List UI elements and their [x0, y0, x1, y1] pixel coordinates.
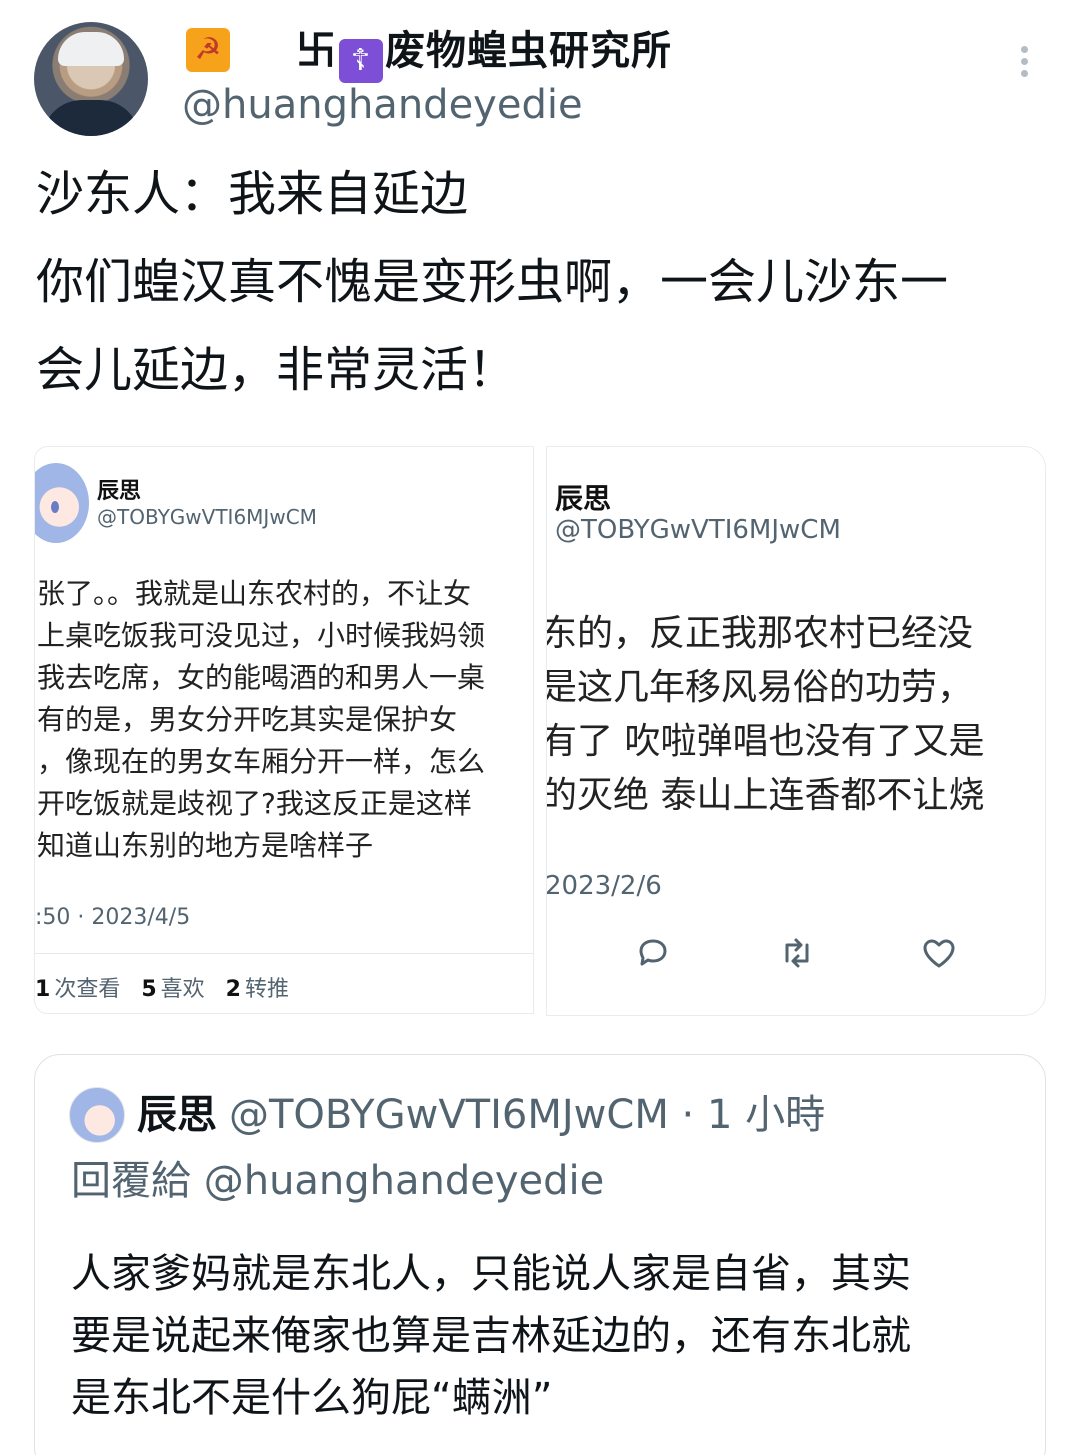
divider	[35, 953, 533, 954]
card-text: 张了。。我就是山东农村的，不让女 上桌吃饭我可没见过，小时候我妈领 我去吃席，女…	[37, 573, 533, 867]
card-line: 有的是，男女分开吃其实是保护女	[37, 703, 458, 736]
avatar-suit	[42, 100, 140, 136]
display-name[interactable]: 卐 ☦ 废物蝗虫研究所	[296, 24, 672, 83]
retweets-label: 转推	[244, 977, 289, 1002]
reply-meta: @TOBYGwVTI6MJwCM · 1 小時	[229, 1092, 826, 1138]
card-text: 东的，反正我那农村已经没 是这几年移风易俗的功劳， 有了 吹啦弹唱也没有了又是 …	[546, 607, 1045, 823]
more-options-icon[interactable]	[1014, 46, 1034, 86]
likes-count: 5	[141, 977, 157, 1002]
reply-icon	[633, 933, 673, 973]
reply-line: 是东北不是什么狗屁“螨洲”	[71, 1375, 553, 1421]
card-line: 的灭绝 泰山上连香都不让烧	[546, 775, 985, 816]
card-line: 是这几年移风易俗的功劳，	[546, 667, 974, 708]
reply-text: 人家爹妈就是东北人，只能说人家是自省，其实 要是说起来俺家也算是吉林延边的，还有…	[71, 1243, 1021, 1429]
card-line: 上桌吃饭我可没见过，小时候我妈领	[37, 619, 486, 652]
card-timestamp: :50 · 2023/4/5	[35, 905, 191, 930]
dot	[1020, 70, 1028, 77]
reply-line: 要是说起来俺家也算是吉林延边的，还有东北就	[71, 1313, 911, 1359]
retweets-count: 2	[225, 977, 241, 1002]
tweet-line: 你们蝗汉真不愧是变形虫啊，一会儿沙东一	[36, 254, 949, 310]
attached-image-right[interactable]: 辰思 @TOBYGwVTI6MJwCM 东的，反正我那农村已经没 是这几年移风易…	[546, 446, 1046, 1016]
card-line: 知道山东别的地方是啥样子	[37, 829, 374, 862]
reply-header: 辰思 @TOBYGwVTI6MJwCM · 1 小時	[137, 1089, 825, 1141]
reply-to[interactable]: 回覆給 @huanghandeyedie	[71, 1155, 604, 1207]
reply-avatar[interactable]	[69, 1087, 125, 1143]
card-line: 开吃饭就是歧视了?我这反正是这样	[37, 787, 472, 820]
card-date: 2023/2/6	[546, 871, 662, 901]
user-handle[interactable]: @huanghandeyedie	[182, 78, 583, 132]
attached-image-left[interactable]: 辰思 @TOBYGwVTI6MJwCM 张了。。我就是山东农村的，不让女 上桌吃…	[34, 446, 534, 1014]
card-line: 有了 吹啦弹唱也没有了又是	[546, 721, 985, 762]
orthodox-cross-icon: ☦	[339, 39, 383, 83]
card-stats: 1 次查看 5 喜欢 2 转推	[35, 971, 289, 1003]
card-action-bar	[547, 933, 1045, 977]
name-prefix: 卐	[296, 28, 337, 74]
likes-label: 喜欢	[160, 977, 205, 1002]
reply-line: 人家爹妈就是东北人，只能说人家是自省，其实	[71, 1251, 911, 1297]
card-author-name: 辰思	[97, 479, 142, 504]
views-count: 1	[35, 977, 51, 1002]
anime-avatar	[35, 463, 89, 543]
tweet-line: 会儿延边，非常灵活！	[36, 342, 517, 398]
like-icon	[919, 933, 959, 973]
dot	[1020, 58, 1028, 65]
card-author-handle: @TOBYGwVTI6MJwCM	[97, 505, 317, 529]
tweet-line: 沙东人：我来自延边	[36, 166, 469, 222]
card-author-handle: @TOBYGwVTI6MJwCM	[555, 515, 841, 545]
name-main: 废物蝗虫研究所	[385, 28, 672, 74]
card-line: 张了。。我就是山东农村的，不让女	[37, 577, 472, 610]
views-label: 次查看	[54, 977, 121, 1002]
quoted-reply[interactable]: 辰思 @TOBYGwVTI6MJwCM · 1 小時 回覆給 @huanghand…	[34, 1054, 1046, 1455]
dot	[1020, 46, 1028, 53]
hammer-sickle-icon: ☭	[186, 28, 230, 72]
card-line: ，像现在的男女车厢分开一样，怎么	[37, 745, 486, 778]
reply-author-name[interactable]: 辰思	[137, 1092, 217, 1138]
card-author-name: 辰思	[555, 482, 612, 515]
card-line: 我去吃席，女的能喝酒的和男人一桌	[37, 661, 486, 694]
tweet-text: 沙东人：我来自延边 你们蝗汉真不愧是变形虫啊，一会儿沙东一 会儿延边，非常灵活！	[36, 150, 1056, 414]
card-line: 东的，反正我那农村已经没	[546, 613, 974, 654]
retweet-icon	[777, 933, 817, 973]
avatar-hair	[58, 32, 124, 66]
profile-avatar[interactable]	[34, 22, 148, 136]
